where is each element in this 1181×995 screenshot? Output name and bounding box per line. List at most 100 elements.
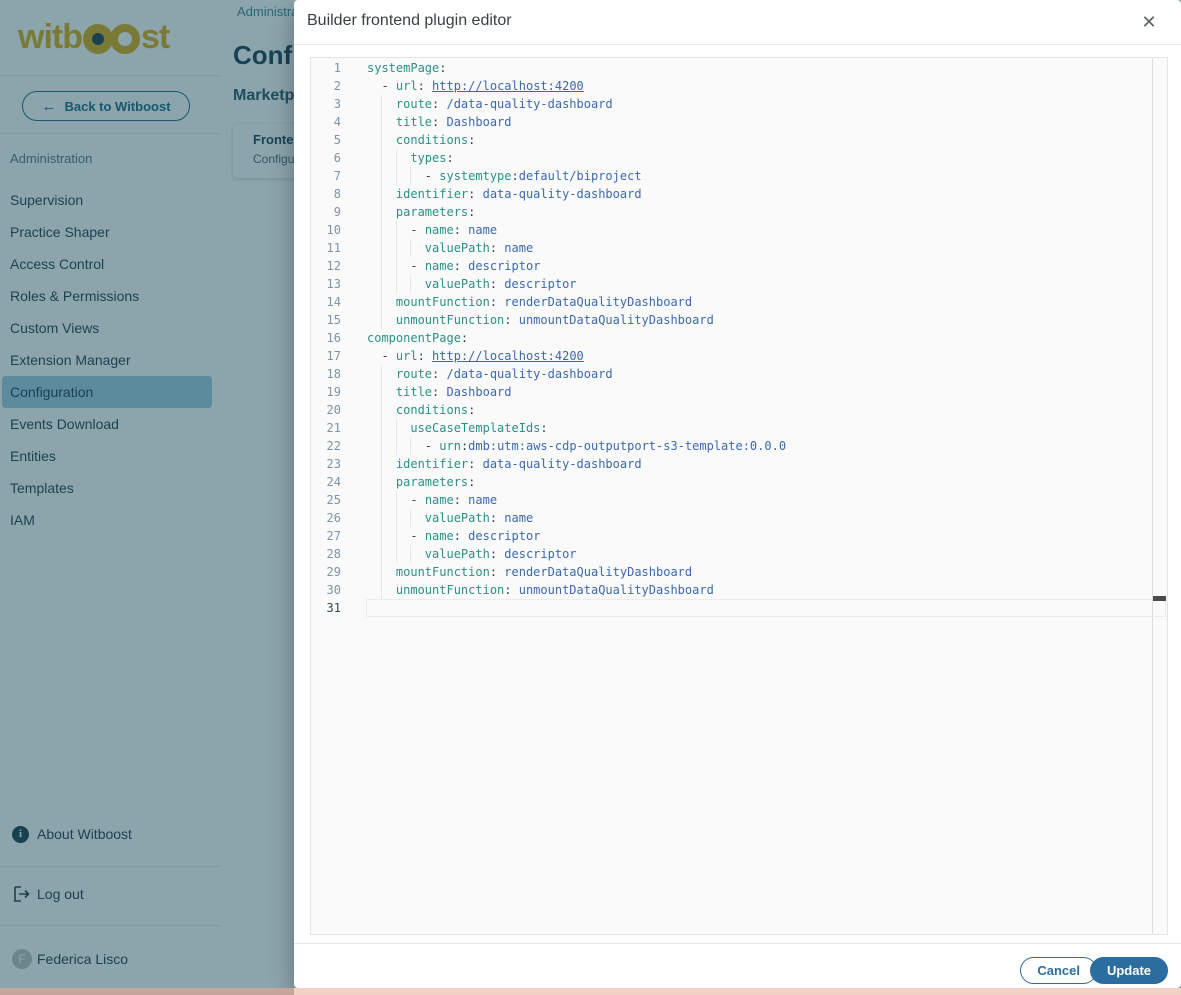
code-text: conditions: xyxy=(367,403,475,417)
code-text: systemPage: xyxy=(367,61,446,75)
code-text: - url: http://localhost:4200 xyxy=(367,79,584,93)
code-line[interactable]: 22 - urn:dmb:utm:aws-cdp-outputport-s3-t… xyxy=(311,437,1152,455)
line-number[interactable]: 21 xyxy=(311,419,351,437)
update-button[interactable]: Update xyxy=(1090,957,1168,984)
indent-guide xyxy=(381,257,382,275)
indent-guide xyxy=(396,419,397,437)
line-number[interactable]: 20 xyxy=(311,401,351,419)
line-number[interactable]: 5 xyxy=(311,131,351,149)
code-text: parameters: xyxy=(367,205,475,219)
line-number[interactable]: 25 xyxy=(311,491,351,509)
line-number[interactable]: 6 xyxy=(311,149,351,167)
indent-guide xyxy=(396,239,397,257)
line-number[interactable]: 12 xyxy=(311,257,351,275)
line-number[interactable]: 19 xyxy=(311,383,351,401)
line-number[interactable]: 9 xyxy=(311,203,351,221)
code-line[interactable]: 1 systemPage: xyxy=(311,59,1152,77)
line-number[interactable]: 17 xyxy=(311,347,351,365)
indent-guide xyxy=(381,437,382,455)
line-number[interactable]: 8 xyxy=(311,185,351,203)
line-number[interactable]: 29 xyxy=(311,563,351,581)
code-line[interactable]: 20 conditions: xyxy=(311,401,1152,419)
code-line[interactable]: 19 title: Dashboard xyxy=(311,383,1152,401)
code-line[interactable]: 31 xyxy=(311,599,1152,617)
code-line[interactable]: 29 mountFunction: renderDataQualityDashb… xyxy=(311,563,1152,581)
code-editor[interactable]: 1 systemPage: 2 - url: http://localhost:42… xyxy=(310,57,1168,935)
indent-guide xyxy=(381,545,382,563)
code-line[interactable]: 12 - name: descriptor xyxy=(311,257,1152,275)
indent-guide xyxy=(381,563,382,581)
code-line[interactable]: 14 mountFunction: renderDataQualityDashb… xyxy=(311,293,1152,311)
code-text: valuePath: descriptor xyxy=(367,277,577,291)
indent-guide xyxy=(410,167,411,185)
line-number[interactable]: 3 xyxy=(311,95,351,113)
code-line[interactable]: 5 conditions: xyxy=(311,131,1152,149)
indent-guide xyxy=(381,473,382,491)
overview-ruler xyxy=(1152,58,1153,934)
line-number[interactable]: 15 xyxy=(311,311,351,329)
builder-plugin-editor-dialog: Builder frontend plugin editor ✕ 1system… xyxy=(294,0,1181,988)
code-line[interactable]: 7 - systemtype:default/biproject xyxy=(311,167,1152,185)
code-line[interactable]: 30 unmountFunction: unmountDataQualityDa… xyxy=(311,581,1152,599)
code-text: valuePath: name xyxy=(367,511,533,525)
indent-guide xyxy=(410,437,411,455)
line-number[interactable]: 31 xyxy=(311,599,351,617)
code-line[interactable]: 15 unmountFunction: unmountDataQualityDa… xyxy=(311,311,1152,329)
code-line[interactable]: 2 - url: http://localhost:4200 xyxy=(311,77,1152,95)
line-number[interactable]: 2 xyxy=(311,77,351,95)
line-number[interactable]: 13 xyxy=(311,275,351,293)
code-text: - name: descriptor xyxy=(367,529,540,543)
close-icon[interactable]: ✕ xyxy=(1137,10,1161,34)
divider xyxy=(294,44,1181,45)
line-number[interactable]: 30 xyxy=(311,581,351,599)
indent-guide xyxy=(396,149,397,167)
line-number[interactable]: 28 xyxy=(311,545,351,563)
code-line[interactable]: 18 route: /data-quality-dashboard xyxy=(311,365,1152,383)
line-number[interactable]: 1 xyxy=(311,59,351,77)
code-line[interactable]: 28 valuePath: descriptor xyxy=(311,545,1152,563)
code-text: title: Dashboard xyxy=(367,385,512,399)
code-line[interactable]: 27 - name: descriptor xyxy=(311,527,1152,545)
code-line[interactable]: 6 types: xyxy=(311,149,1152,167)
code-line[interactable]: 13 valuePath: descriptor xyxy=(311,275,1152,293)
code-text: mountFunction: renderDataQualityDashboar… xyxy=(367,565,692,579)
code-line[interactable]: 21 useCaseTemplateIds: xyxy=(311,419,1152,437)
code-line[interactable]: 3 route: /data-quality-dashboard xyxy=(311,95,1152,113)
code-text: parameters: xyxy=(367,475,475,489)
line-number[interactable]: 4 xyxy=(311,113,351,131)
code-line[interactable]: 24 parameters: xyxy=(311,473,1152,491)
code-line[interactable]: 17 - url: http://localhost:4200 xyxy=(311,347,1152,365)
line-number[interactable]: 14 xyxy=(311,293,351,311)
code-line[interactable]: 9 parameters: xyxy=(311,203,1152,221)
code-line[interactable]: 4 title: Dashboard xyxy=(311,113,1152,131)
line-number[interactable]: 27 xyxy=(311,527,351,545)
code-line[interactable]: 16componentPage: xyxy=(311,329,1152,347)
line-number[interactable]: 7 xyxy=(311,167,351,185)
indent-guide xyxy=(381,527,382,545)
code-line[interactable]: 25 - name: name xyxy=(311,491,1152,509)
indent-guide xyxy=(396,437,397,455)
line-number[interactable]: 11 xyxy=(311,239,351,257)
line-number[interactable]: 26 xyxy=(311,509,351,527)
code-text: valuePath: descriptor xyxy=(367,547,577,561)
code-line[interactable]: 8 identifier: data-quality-dashboard xyxy=(311,185,1152,203)
line-number[interactable]: 24 xyxy=(311,473,351,491)
line-number[interactable]: 16 xyxy=(311,329,351,347)
code-text: - url: http://localhost:4200 xyxy=(367,349,584,363)
code-text: unmountFunction: unmountDataQualityDashb… xyxy=(367,583,714,597)
line-number[interactable]: 22 xyxy=(311,437,351,455)
indent-guide xyxy=(396,491,397,509)
code-line[interactable]: 23 identifier: data-quality-dashboard xyxy=(311,455,1152,473)
code-line[interactable]: 11 valuePath: name xyxy=(311,239,1152,257)
code-text: title: Dashboard xyxy=(367,115,512,129)
code-line[interactable]: 26 valuePath: name xyxy=(311,509,1152,527)
indent-guide xyxy=(381,113,382,131)
indent-guide xyxy=(410,239,411,257)
line-number[interactable]: 18 xyxy=(311,365,351,383)
line-number[interactable]: 23 xyxy=(311,455,351,473)
indent-guide xyxy=(381,95,382,113)
code-text: valuePath: name xyxy=(367,241,533,255)
line-number[interactable]: 10 xyxy=(311,221,351,239)
cancel-button[interactable]: Cancel xyxy=(1020,957,1097,984)
code-line[interactable]: 10 - name: name xyxy=(311,221,1152,239)
